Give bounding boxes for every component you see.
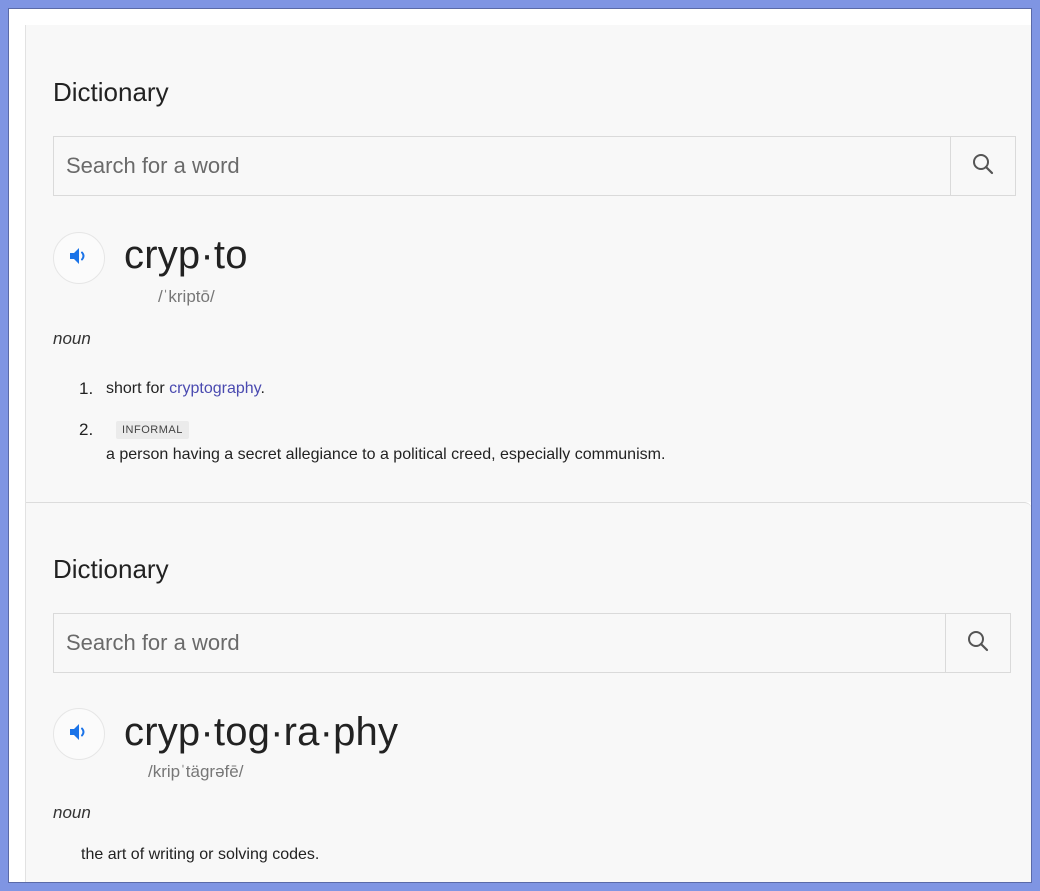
speaker-icon — [67, 244, 91, 273]
search-input[interactable] — [54, 614, 945, 672]
speaker-icon — [67, 720, 91, 749]
search-button[interactable] — [945, 614, 1010, 672]
search-icon — [971, 152, 995, 181]
pronunciation-button[interactable] — [53, 708, 105, 760]
dictionary-title: Dictionary — [53, 77, 169, 107]
pronunciation-button[interactable] — [53, 232, 105, 284]
search-button[interactable] — [950, 137, 1015, 195]
phonetic-spelling: /kripˈtägrəfē/ — [148, 762, 244, 781]
headword: cryp·to — [124, 233, 248, 277]
dictionary-card-crypto: Dictionary cryp·to /ˈkriptō/ noun 1. sho… — [25, 25, 1031, 502]
part-of-speech: noun — [53, 329, 91, 348]
definition-suffix: . — [260, 380, 265, 397]
screenshot-frame: Dictionary cryp·to /ˈkriptō/ noun 1. sho… — [8, 8, 1032, 883]
definition-number: 2. — [79, 420, 94, 439]
definition-number: 1. — [79, 379, 94, 398]
search-box — [53, 136, 1016, 196]
search-box — [53, 613, 1011, 673]
definition-text: the art of writing or solving codes. — [81, 846, 320, 863]
search-input[interactable] — [54, 137, 950, 195]
part-of-speech: noun — [53, 803, 91, 822]
definition-prefix: short for — [106, 380, 170, 397]
dictionary-card-cryptography: Dictionary cryp·tog·ra·phy /kripˈtägrəfē… — [25, 502, 1031, 882]
register-label: INFORMAL — [116, 421, 189, 439]
search-icon — [966, 629, 990, 658]
headword: cryp·tog·ra·phy — [124, 710, 399, 754]
definition-text: short for cryptography. — [106, 380, 265, 398]
dictionary-title: Dictionary — [53, 554, 169, 584]
phonetic-spelling: /ˈkriptō/ — [158, 287, 215, 306]
definition-link-cryptography[interactable]: cryptography — [169, 380, 260, 397]
definition-text: a person having a secret allegiance to a… — [106, 446, 666, 463]
